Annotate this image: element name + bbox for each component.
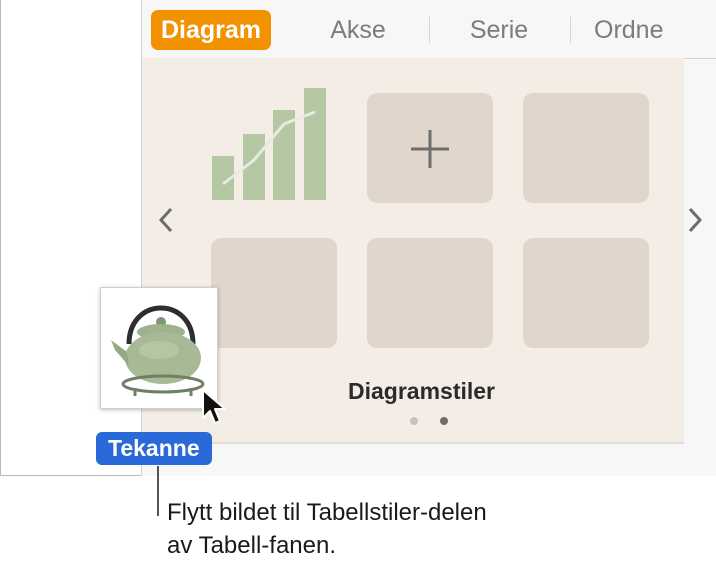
tab-separator [570, 17, 571, 43]
tab-separator [429, 17, 430, 43]
chart-style-swatch-1[interactable] [208, 86, 334, 204]
format-inspector: Diagram Akse Serie Ordne Diagramstiler [141, 0, 716, 476]
chart-style-swatch-2[interactable] [367, 93, 493, 203]
tab-diagram[interactable]: Diagram [151, 10, 272, 50]
tab-ordne[interactable]: Ordne [594, 10, 714, 50]
chart-styles-panel: Diagramstiler [142, 58, 703, 442]
callout-line-1: Flytt bildet til Tabellstiler-delen [167, 499, 487, 526]
panel-divider [142, 442, 684, 444]
callout-leader-line [157, 466, 159, 516]
teapot-image [107, 294, 211, 402]
chevron-right-icon[interactable] [687, 206, 703, 240]
page-dot-1[interactable] [410, 417, 418, 425]
inspector-tab-bar: Diagram Akse Serie Ordne [142, 0, 716, 59]
image-name-badge: Tekanne [96, 432, 212, 465]
plus-icon [411, 130, 449, 168]
bar-line-chart-icon [212, 88, 326, 200]
tab-akse[interactable]: Akse [318, 10, 398, 50]
page-dot-2[interactable] [440, 417, 448, 425]
chart-styles-label: Diagramstiler [348, 378, 496, 404]
chart-style-swatch-4[interactable] [211, 238, 337, 348]
callout-text: Flytt bildet til Tabellstiler-delen av T… [167, 496, 687, 562]
chart-style-swatch-5[interactable] [367, 238, 493, 348]
arrow-cursor-icon [202, 389, 226, 424]
chart-style-swatch-3[interactable] [523, 93, 649, 203]
tab-serie[interactable]: Serie [459, 10, 539, 50]
callout-line-2: av Tabell-fanen. [167, 532, 337, 559]
chart-style-swatch-6[interactable] [523, 238, 649, 348]
chevron-left-icon[interactable] [158, 206, 174, 240]
